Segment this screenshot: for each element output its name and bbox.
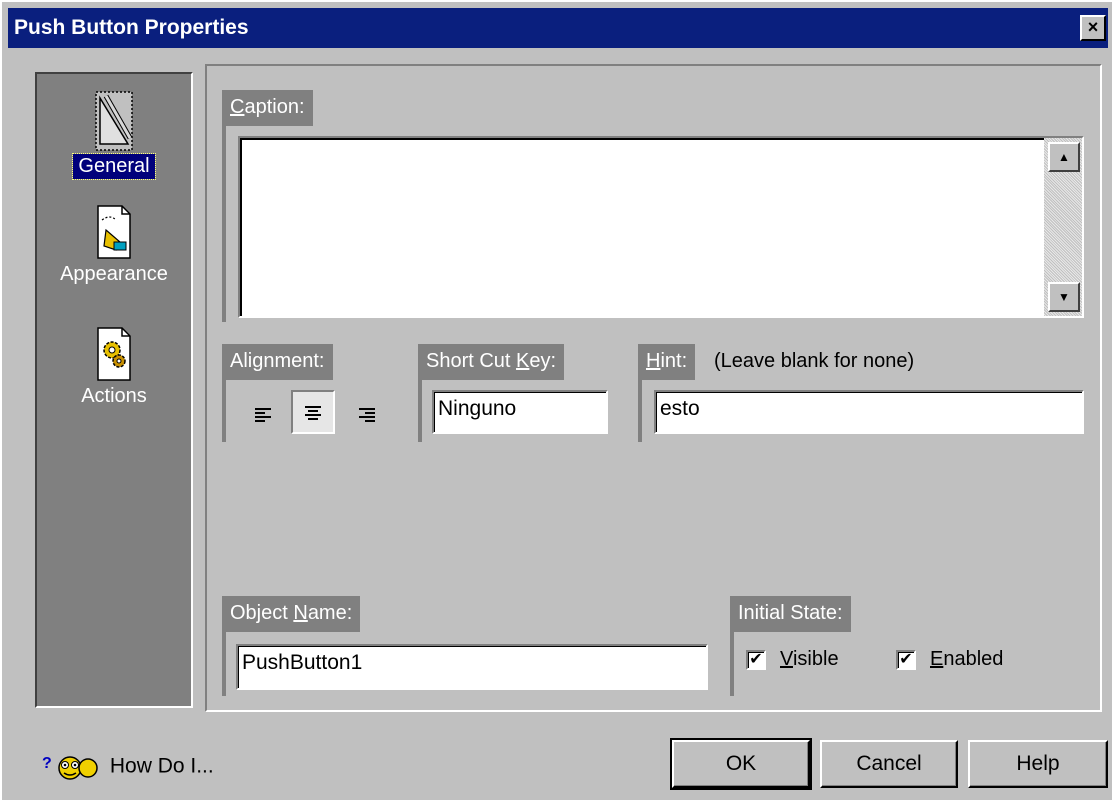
nav-item-actions[interactable]: Actions [37,324,191,409]
close-button[interactable]: × [1080,15,1106,41]
how-do-i-link[interactable]: ? How Do I... [42,752,214,782]
cancel-button[interactable]: Cancel [820,740,958,788]
enabled-checkbox[interactable]: ✔ [896,650,916,670]
check-icon: ✔ [899,651,913,668]
paint-brush-icon [97,205,131,259]
check-icon: ✔ [749,651,763,668]
align-right-icon [359,407,375,422]
close-icon: × [1087,17,1099,37]
nav-label-general: General [72,153,156,180]
nav-label-appearance: Appearance [60,263,168,285]
visible-checkbox[interactable]: ✔ [746,650,766,670]
help-button[interactable]: Help [968,740,1108,788]
title-bar: Push Button Properties × [8,8,1108,48]
nav-label-actions: Actions [81,385,147,407]
caption-scrollbar[interactable]: ▲ ▼ [1044,138,1082,316]
category-nav: General Appearance Actions [35,72,193,708]
hint-note: (Leave blank for none) [714,350,915,372]
align-center-icon [305,405,321,420]
help-face-icon: ? [42,755,98,780]
dialog-title: Push Button Properties [14,16,249,39]
svg-text:?: ? [42,755,52,772]
align-right-button[interactable] [344,394,388,438]
how-do-i-label: How Do I... [109,754,214,778]
nav-item-appearance[interactable]: Appearance [37,202,191,287]
object-name-label: Object Name: [222,596,361,632]
gears-icon [97,327,131,381]
caption-textarea[interactable]: ▲ ▼ [238,136,1084,318]
align-center-button[interactable] [291,390,335,434]
visible-label: Visible [780,648,839,670]
nav-item-general[interactable]: General [37,88,191,180]
hint-field[interactable]: esto [654,390,1084,434]
align-left-icon [255,407,271,422]
scroll-up-icon: ▲ [1058,150,1070,164]
align-left-button[interactable] [242,394,286,438]
scroll-down-button[interactable]: ▼ [1048,282,1080,312]
ok-button[interactable]: OK [670,738,812,790]
scroll-up-button[interactable]: ▲ [1048,142,1080,172]
caption-label: Caption: [222,90,313,126]
alignment-label: Alignment: [222,344,333,380]
shortcut-key-field[interactable]: Ninguno [432,390,608,434]
shortcut-label: Short Cut Key: [418,344,565,380]
scroll-down-icon: ▼ [1058,290,1070,304]
ruler-pencil-icon [95,91,133,151]
enabled-label: Enabled [930,648,1004,670]
push-button-properties-dialog: Push Button Properties × General Appeara… [0,0,1112,800]
initial-state-label: Initial State: [730,596,851,632]
object-name-field[interactable]: PushButton1 [236,644,708,690]
hint-label: Hint: [638,344,696,380]
